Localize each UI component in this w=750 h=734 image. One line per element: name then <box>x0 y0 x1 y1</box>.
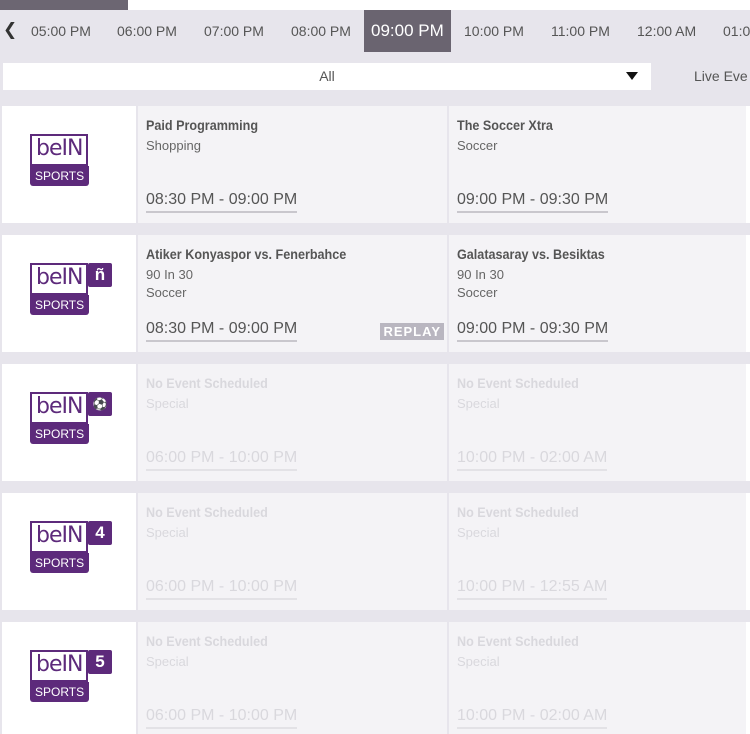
program-cell[interactable]: No Event Scheduled Special 10:00 PM - 12… <box>449 493 746 610</box>
category-dropdown[interactable]: All <box>3 63 651 90</box>
program-cell[interactable]: Atiker Konyaspor vs. Fenerbahce 90 In 30… <box>138 235 447 352</box>
program-genre: Soccer <box>457 285 498 300</box>
channel-row: beIN 4 SPORTS No Event Scheduled Special… <box>0 493 750 610</box>
program-time: 10:00 PM - 12:55 AM <box>457 578 608 600</box>
row-edge <box>746 493 750 610</box>
category-dropdown-value: All <box>319 68 335 84</box>
row-edge <box>746 364 750 481</box>
top-strip <box>0 0 750 10</box>
logo-sports: SPORTS <box>30 166 90 186</box>
program-cell[interactable]: No Event Scheduled Special 06:00 PM - 10… <box>138 622 447 734</box>
bein-sports-espanol-logo: beIN ñ SPORTS <box>26 263 112 323</box>
program-time: 06:00 PM - 10:00 PM <box>146 449 298 471</box>
time-slot-0100am[interactable]: 01:0 <box>723 10 750 52</box>
channel-logo-cell[interactable]: beIN 5 SPORTS <box>2 622 136 734</box>
channel-row: beIN SPORTS Paid Programming Shopping 08… <box>0 106 750 223</box>
program-title: Atiker Konyaspor vs. Fenerbahce <box>146 246 347 262</box>
program-cell[interactable]: No Event Scheduled Special 10:00 PM - 02… <box>449 622 746 734</box>
program-title: No Event Scheduled <box>146 633 268 649</box>
channel-row: beIN ñ SPORTS Atiker Konyaspor vs. Fener… <box>0 235 750 352</box>
logo-sports: SPORTS <box>30 424 90 444</box>
program-cell[interactable]: No Event Scheduled Special 06:00 PM - 10… <box>138 493 447 610</box>
program-cell[interactable]: Paid Programming Shopping 08:30 PM - 09:… <box>138 106 447 223</box>
program-title: No Event Scheduled <box>457 504 579 520</box>
program-time: 08:30 PM - 09:00 PM <box>146 191 298 213</box>
bein-sports-logo: beIN SPORTS <box>26 134 112 194</box>
row-edge <box>746 106 750 223</box>
program-time: 10:00 PM - 02:00 AM <box>457 707 608 729</box>
time-slot-0700pm[interactable]: 07:00 PM <box>204 10 264 52</box>
program-genre: Special <box>457 654 500 669</box>
program-genre: Special <box>146 654 189 669</box>
time-slot-0500pm[interactable]: 05:00 PM <box>31 10 91 52</box>
program-show: 90 In 30 <box>146 267 193 282</box>
program-genre: Shopping <box>146 138 201 153</box>
program-show: 90 In 30 <box>457 267 504 282</box>
channel-logo-cell[interactable]: beIN ñ SPORTS <box>2 235 136 352</box>
time-slot-1100pm[interactable]: 11:00 PM <box>551 10 610 52</box>
program-genre: Special <box>146 525 189 540</box>
time-slot-0800pm[interactable]: 08:00 PM <box>291 10 351 52</box>
program-title: The Soccer Xtra <box>457 117 553 133</box>
filter-row: All Live Eve <box>0 63 750 90</box>
logo-word: beIN <box>30 521 89 553</box>
bein-sports-4-logo: beIN 4 SPORTS <box>26 521 112 581</box>
time-slot-0900pm-active[interactable]: 09:00 PM <box>364 10 451 52</box>
laliga-icon: ⚽ <box>88 392 112 416</box>
program-title: No Event Scheduled <box>146 375 268 391</box>
channel-logo-cell[interactable]: beIN 4 SPORTS <box>2 493 136 610</box>
program-genre: Soccer <box>146 285 187 300</box>
program-time: 08:30 PM - 09:00 PM <box>146 320 298 342</box>
program-genre: Special <box>457 525 500 540</box>
chevron-left-icon[interactable]: ❮ <box>3 20 17 40</box>
live-events-tab[interactable]: Live Eve <box>652 63 750 90</box>
logo-badge: 4 <box>88 521 112 545</box>
program-title: No Event Scheduled <box>457 633 579 649</box>
program-title: Galatasaray vs. Besiktas <box>457 246 605 262</box>
program-time: 06:00 PM - 10:00 PM <box>146 707 298 729</box>
caret-down-icon <box>626 72 638 80</box>
channel-row: beIN ⚽ SPORTS No Event Scheduled Special… <box>0 364 750 481</box>
time-slot-1000pm[interactable]: 10:00 PM <box>464 10 524 52</box>
logo-badge: ñ <box>88 263 112 287</box>
logo-sports: SPORTS <box>30 295 90 315</box>
logo-sports: SPORTS <box>30 553 90 573</box>
program-time: 10:00 PM - 02:00 AM <box>457 449 608 471</box>
program-cell[interactable]: No Event Scheduled Special 06:00 PM - 10… <box>138 364 447 481</box>
program-title: No Event Scheduled <box>146 504 268 520</box>
program-title: No Event Scheduled <box>457 375 579 391</box>
time-bar: ❮ 05:00 PM 06:00 PM 07:00 PM 08:00 PM 09… <box>0 10 750 52</box>
bein-sports-laliga-logo: beIN ⚽ SPORTS <box>26 392 112 452</box>
program-time: 06:00 PM - 10:00 PM <box>146 578 298 600</box>
channel-row: beIN 5 SPORTS No Event Scheduled Special… <box>0 622 750 734</box>
program-cell[interactable]: No Event Scheduled Special 10:00 PM - 02… <box>449 364 746 481</box>
program-cell[interactable]: The Soccer Xtra Soccer 09:00 PM - 09:30 … <box>449 106 746 223</box>
logo-word: beIN <box>30 392 89 424</box>
program-genre: Special <box>457 396 500 411</box>
program-title: Paid Programming <box>146 117 259 133</box>
channel-logo-cell[interactable]: beIN ⚽ SPORTS <box>2 364 136 481</box>
time-slot-1200am[interactable]: 12:00 AM <box>637 10 696 52</box>
row-edge <box>746 622 750 734</box>
program-genre: Special <box>146 396 189 411</box>
replay-badge: REPLAY <box>380 323 444 340</box>
logo-word: beIN <box>30 650 89 682</box>
top-tab-indicator <box>0 0 128 10</box>
logo-sports: SPORTS <box>30 682 90 702</box>
logo-word: beIN <box>30 134 89 166</box>
program-time: 09:00 PM - 09:30 PM <box>457 320 609 342</box>
time-slot-0600pm[interactable]: 06:00 PM <box>117 10 177 52</box>
row-edge <box>746 235 750 352</box>
channel-logo-cell[interactable]: beIN SPORTS <box>2 106 136 223</box>
program-cell[interactable]: Galatasaray vs. Besiktas 90 In 30 Soccer… <box>449 235 746 352</box>
program-genre: Soccer <box>457 138 498 153</box>
program-time: 09:00 PM - 09:30 PM <box>457 191 609 213</box>
logo-badge: 5 <box>88 650 112 674</box>
bein-sports-5-logo: beIN 5 SPORTS <box>26 650 112 710</box>
logo-word: beIN <box>30 263 89 295</box>
